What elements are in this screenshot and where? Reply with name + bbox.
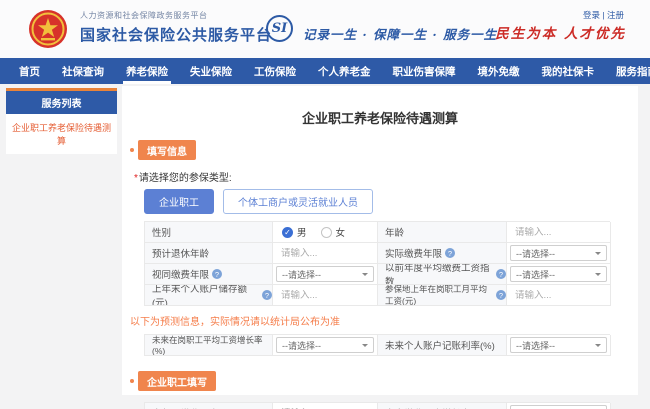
local-avg-wage-label: 参保地上年在岗职工月平均工资(元) ? [378, 285, 507, 306]
forecast-note: 以下为预测信息，实际情况请以统计局公布为准 [130, 313, 638, 328]
nav-item-overseas[interactable]: 境外免缴 [467, 58, 531, 84]
nav-item-pension[interactable]: 养老保险 [115, 58, 179, 84]
top-header: 人力资源和社会保障政务服务平台 国家社会保险公共服务平台 SI 记录一生 · 保… [0, 0, 650, 58]
type-button-flexible[interactable]: 个体工商户或灵活就业人员 [223, 189, 373, 214]
type-button-enterprise[interactable]: 企业职工 [144, 189, 214, 214]
actual-years-label-text: 实际缴费年限 [385, 246, 442, 260]
future-wage-growth-label: 未来在岗职工平均工资增长率(%) [145, 335, 273, 356]
table-row: 视同缴费年限 ? --请选择-- 以前年度平均缴费工资指数 ? --请选择-- [145, 264, 610, 285]
brand-subtitle: 人力资源和社会保障政务服务平台 [80, 10, 272, 21]
section-enterprise-fill: 企业职工填写 [130, 371, 638, 391]
nav-item-card[interactable]: 我的社保卡 [531, 58, 606, 84]
required-mark: * [134, 173, 138, 184]
nav-item-home[interactable]: 首页 [8, 58, 51, 84]
section-badge: 企业职工填写 [138, 371, 216, 391]
ministry-slogan: 民生为本 人才优先 [495, 22, 626, 42]
nav-item-unemployment[interactable]: 失业保险 [179, 58, 243, 84]
deemed-years-label-text: 视同缴费年限 [152, 267, 209, 281]
local-avg-wage-input[interactable] [510, 290, 607, 301]
section-fill-info: 填写信息 [130, 140, 638, 160]
table-row: 性别 ✓ 男 女 年龄 [145, 222, 610, 243]
wage-index-label: 以前年度平均缴费工资指数 ? [378, 264, 507, 285]
help-icon[interactable]: ? [212, 269, 222, 279]
section-dot-icon [130, 379, 134, 383]
actual-years-label: 实际缴费年限 ? [378, 243, 507, 264]
main-panel: 企业职工养老保险待遇测算 填写信息 *请选择您的参保类型: 企业职工 个体工商户… [122, 86, 638, 395]
type-prompt-text: 请选择您的参保类型: [139, 173, 232, 184]
table-row: 未来在岗职工平均工资增长率(%) --请选择-- 未来个人账户记账利率(%) -… [145, 335, 610, 356]
form-table-enterprise: 本年月缴费工资(元) 未来缴费工资增长率(%) --请选择-- [144, 402, 610, 409]
check-icon: ✓ [284, 228, 291, 237]
nav-item-personal-pension[interactable]: 个人养老金 [307, 58, 382, 84]
page-title: 企业职工养老保险待遇测算 [122, 86, 638, 127]
retire-age-label: 预计退休年龄 [145, 243, 273, 264]
current-month-wage-label: 本年月缴费工资(元) [145, 403, 273, 409]
insured-type-switch: 企业职工 个体工商户或灵活就业人员 [144, 189, 638, 214]
form-table-forecast: 未来在岗职工平均工资增长率(%) --请选择-- 未来个人账户记账利率(%) -… [144, 334, 610, 356]
page: 人力资源和社会保障政务服务平台 国家社会保险公共服务平台 SI 记录一生 · 保… [0, 0, 650, 409]
deemed-years-label: 视同缴费年限 ? [145, 264, 273, 285]
table-row: 上年末个人账户储存额(元) ? 参保地上年在岗职工月平均工资(元) ? [145, 285, 610, 306]
nav-item-injury[interactable]: 工伤保险 [243, 58, 307, 84]
sidebar: 服务列表 企业职工养老保险待遇测算 [6, 88, 117, 154]
deemed-years-select[interactable]: --请选择-- [276, 266, 374, 282]
retire-age-input[interactable] [276, 248, 374, 259]
sidebar-title: 服务列表 [6, 88, 117, 114]
radio-male[interactable]: ✓ [282, 227, 293, 238]
help-icon[interactable]: ? [496, 269, 506, 279]
table-row: 本年月缴费工资(元) 未来缴费工资增长率(%) --请选择-- [145, 403, 610, 409]
future-pay-growth-select[interactable]: --请选择-- [510, 405, 607, 409]
future-account-rate-select[interactable]: --请选择-- [510, 337, 607, 353]
section-badge: 填写信息 [138, 140, 196, 160]
main-nav: 首页 社保查询 养老保险 失业保险 工伤保险 个人养老金 职业伤害保障 境外免缴… [0, 58, 650, 84]
account-balance-label: 上年末个人账户储存额(元) ? [145, 285, 273, 306]
login-link[interactable]: 登录 [583, 10, 600, 20]
sidebar-item-pension-calc[interactable]: 企业职工养老保险待遇测算 [6, 114, 117, 154]
si-logo-icon: SI [266, 15, 293, 42]
brand-title: 国家社会保险公共服务平台 [80, 24, 272, 45]
type-prompt: *请选择您的参保类型: [134, 169, 638, 184]
auth-links: 登录 | 注册 [583, 9, 624, 21]
help-icon[interactable]: ? [496, 290, 506, 300]
age-input[interactable] [510, 227, 607, 238]
gender-label: 性别 [145, 222, 273, 243]
gender-radio-group: ✓ 男 女 [273, 222, 378, 243]
local-avg-wage-label-text: 参保地上年在岗职工月平均工资(元) [385, 285, 493, 306]
header-slogan: 记录一生 · 保障一生 · 服务一生 [303, 24, 497, 43]
future-account-rate-label: 未来个人账户记账利率(%) [378, 335, 507, 356]
register-link[interactable]: 注册 [607, 10, 624, 20]
radio-female[interactable] [321, 227, 332, 238]
actual-years-select[interactable]: --请选择-- [510, 245, 607, 261]
help-icon[interactable]: ? [262, 290, 272, 300]
nav-item-guide[interactable]: 服务指南 [605, 58, 650, 84]
table-row: 预计退休年龄 实际缴费年限 ? --请选择-- [145, 243, 610, 264]
auth-divider: | [602, 10, 604, 20]
radio-male-label[interactable]: 男 [297, 225, 307, 239]
form-table-basic: 性别 ✓ 男 女 年龄 预计退休年龄 实际缴费年限 ? --请选择-- [144, 221, 610, 306]
account-balance-input[interactable] [276, 290, 374, 301]
help-icon[interactable]: ? [445, 248, 455, 258]
nav-item-query[interactable]: 社保查询 [51, 58, 115, 84]
age-label: 年龄 [378, 222, 507, 243]
radio-female-label[interactable]: 女 [336, 225, 346, 239]
wage-index-select[interactable]: --请选择-- [510, 266, 607, 282]
wage-index-label-text: 以前年度平均缴费工资指数 [385, 264, 493, 285]
future-pay-growth-label: 未来缴费工资增长率(%) [378, 403, 507, 409]
section-dot-icon [130, 148, 134, 152]
brand-block: 人力资源和社会保障政务服务平台 国家社会保险公共服务平台 [80, 10, 272, 45]
future-wage-growth-select[interactable]: --请选择-- [276, 337, 374, 353]
national-emblem-icon [28, 9, 68, 49]
nav-item-occupational[interactable]: 职业伤害保障 [382, 58, 467, 84]
account-balance-label-text: 上年末个人账户储存额(元) [152, 285, 259, 306]
